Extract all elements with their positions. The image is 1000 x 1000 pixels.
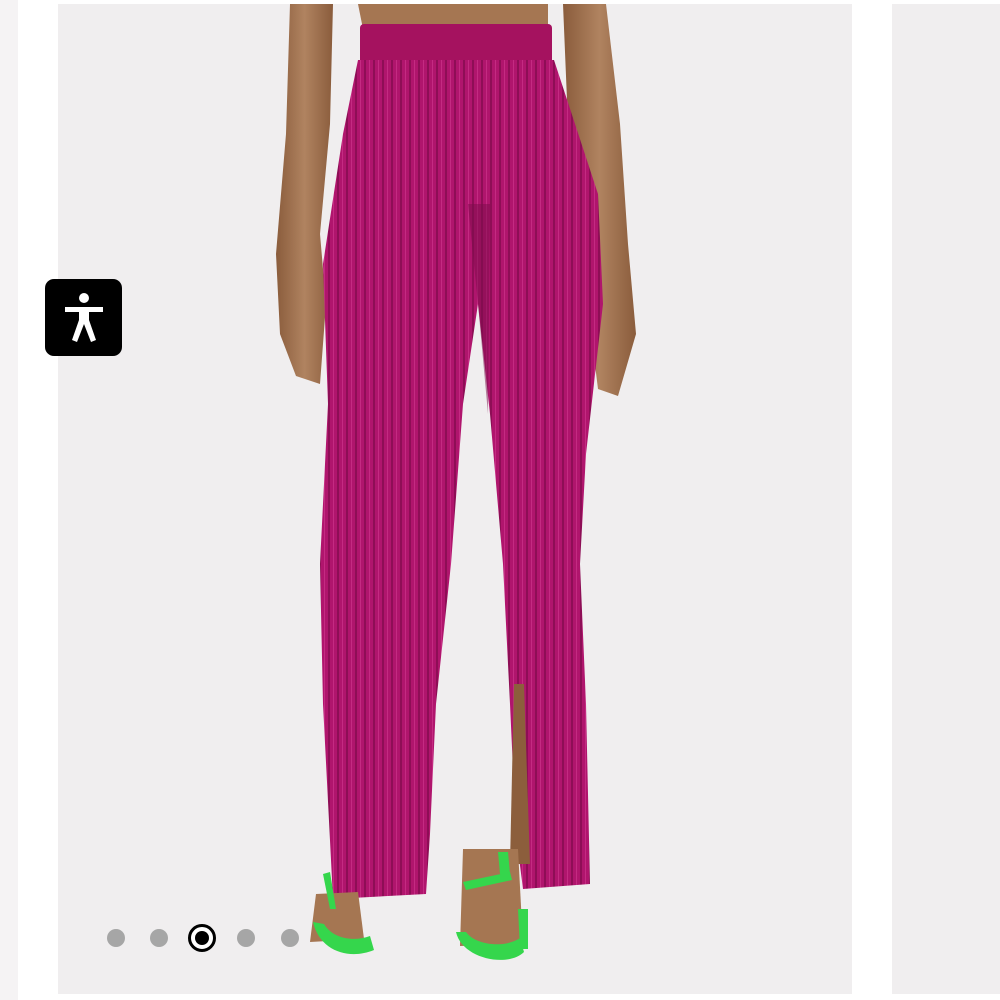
- pagination-dot-2[interactable]: [150, 929, 168, 947]
- product-photo: [276, 4, 636, 960]
- pagination-dot-4[interactable]: [237, 929, 255, 947]
- pagination-dot-5[interactable]: [281, 929, 299, 947]
- previous-slide-edge: [0, 0, 18, 1000]
- accessibility-button[interactable]: [45, 279, 122, 356]
- pagination-dot-3-active[interactable]: [188, 924, 216, 952]
- next-slide-edge[interactable]: [892, 4, 1000, 994]
- accessibility-person-icon: [64, 292, 103, 342]
- product-image-slide[interactable]: [58, 4, 852, 994]
- pagination-dot-1[interactable]: [107, 929, 125, 947]
